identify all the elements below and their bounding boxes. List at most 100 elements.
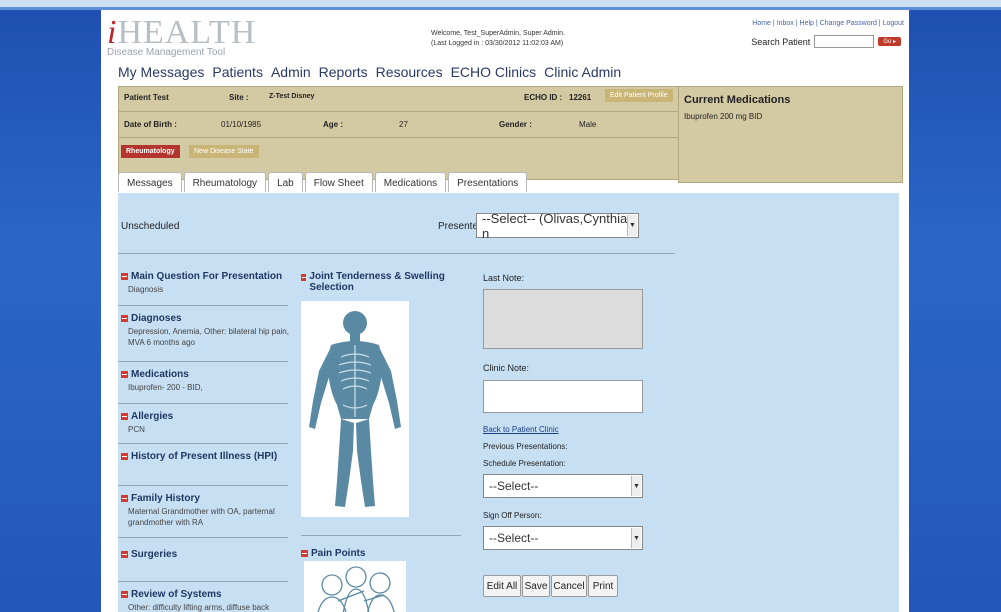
pain-points-section: Pain Points — [301, 548, 365, 559]
tab-messages[interactable]: Messages — [118, 172, 182, 192]
main-nav: My Messages Patients Admin Reports Resou… — [118, 64, 621, 80]
divider — [118, 253, 675, 254]
top-links: Home | Inbox | Help | Change Password | … — [752, 20, 904, 27]
logo-i: i — [107, 14, 118, 51]
chevron-down-icon: ▼ — [631, 528, 641, 548]
section-title: Main Question For Presentation — [131, 271, 283, 282]
inbox-link[interactable]: Inbox — [777, 20, 794, 27]
clinic-note-textarea[interactable] — [483, 380, 643, 413]
current-medication-item: Ibuprofen 200 mg BID — [684, 112, 763, 121]
print-button[interactable]: Print — [588, 575, 618, 597]
nav-my-messages[interactable]: My Messages — [118, 64, 204, 80]
section-title: Surgeries — [131, 549, 178, 560]
nav-clinic-admin[interactable]: Clinic Admin — [544, 64, 621, 80]
skeleton-diagram[interactable] — [301, 301, 409, 517]
home-link[interactable]: Home — [752, 20, 771, 27]
collapse-icon[interactable] — [121, 315, 128, 322]
logo-word: HEALTH — [117, 14, 257, 51]
sign-off-person-select[interactable]: --Select-- ▼ — [483, 526, 643, 550]
collapse-icon[interactable] — [121, 495, 128, 502]
section-body: PCN — [128, 425, 145, 434]
joint-title: Joint Tenderness & Swelling Selection — [309, 271, 445, 293]
section-body: Diagnosis — [128, 285, 164, 294]
section-body: Other: difficulty lifting arms, diffuse … — [128, 603, 270, 612]
presentation-status: Unscheduled — [121, 221, 180, 232]
help-link[interactable]: Help — [800, 20, 814, 27]
search-patient-input[interactable] — [814, 35, 875, 48]
echo-id-value: 12261 — [569, 93, 592, 102]
collapse-icon[interactable] — [121, 551, 128, 558]
section-title: Diagnoses — [131, 313, 182, 324]
divider — [301, 535, 461, 536]
ihealth-logo[interactable]: iHEALTH Disease Management Tool — [107, 16, 256, 59]
section-title: History of Present Illness (HPI) — [131, 451, 278, 462]
section-hpi: History of Present Illness (HPI) — [121, 451, 277, 462]
pain-points-image[interactable] — [304, 561, 406, 612]
pain-title: Pain Points — [311, 548, 366, 559]
divider — [118, 403, 288, 404]
divider — [119, 111, 683, 112]
section-family-history: Family History Maternal Grandmother with… — [121, 493, 291, 528]
save-button[interactable]: Save — [522, 575, 550, 597]
collapse-icon[interactable] — [301, 550, 308, 557]
nav-reports[interactable]: Reports — [319, 64, 368, 80]
tab-flow-sheet[interactable]: Flow Sheet — [304, 172, 373, 192]
tab-rheumatology[interactable]: Rheumatology — [183, 172, 267, 192]
patient-header: Patient Test Site : Z-Test Disney ECHO I… — [118, 86, 684, 180]
collapse-icon[interactable] — [121, 273, 128, 280]
schedule-presentation-label: Schedule Presentation: — [483, 459, 566, 468]
clinic-note-label: Clinic Note: — [483, 363, 530, 373]
echo-id-label: ECHO ID : — [524, 93, 563, 102]
section-main-question: Main Question For Presentation Diagnosis — [121, 271, 282, 295]
nav-echo-clinics[interactable]: ECHO Clinics — [451, 64, 537, 80]
tab-presentations[interactable]: Presentations — [448, 172, 528, 192]
logo-wordmark: iHEALTH — [107, 16, 256, 50]
presentation-content: Unscheduled Presenter: --Select-- (Oliva… — [118, 193, 899, 612]
divider — [118, 537, 288, 538]
divider — [118, 443, 288, 444]
change-password-link[interactable]: Change Password — [820, 20, 877, 27]
collapse-icon[interactable] — [121, 453, 128, 460]
last-note-textarea — [483, 289, 643, 349]
age-value: 27 — [399, 120, 408, 129]
divider — [118, 485, 288, 486]
search-label: Search Patient — [751, 36, 811, 47]
divider — [119, 137, 683, 138]
chevron-down-icon: ▼ — [627, 215, 637, 236]
dob-label: Date of Birth : — [124, 120, 177, 129]
presenter-select[interactable]: --Select-- (Olivas,Cynthia n ▼ — [476, 211, 639, 241]
collapse-icon[interactable] — [121, 371, 128, 378]
welcome-message: Welcome, Test_SuperAdmin, Super Admin. (… — [431, 29, 565, 49]
back-to-patient-clinic-link[interactable]: Back to Patient Clinic — [483, 425, 559, 434]
welcome-line: Welcome, Test_SuperAdmin, Super Admin. — [431, 30, 565, 37]
section-body: Maternal Grandmother with OA, parternal … — [128, 507, 275, 527]
new-disease-state-button[interactable]: New Disease State — [189, 145, 259, 158]
logout-link[interactable]: Logout — [883, 20, 904, 27]
section-body: Depression, Anemia, Other: bilateral hip… — [128, 327, 289, 347]
nav-patients[interactable]: Patients — [212, 64, 263, 80]
section-title: Review of Systems — [131, 589, 222, 600]
collapse-icon[interactable] — [121, 591, 128, 598]
schedule-value: --Select-- — [489, 479, 539, 493]
cancel-button[interactable]: Cancel — [551, 575, 587, 597]
section-allergies: Allergies PCN — [121, 411, 173, 435]
section-surgeries: Surgeries — [121, 549, 177, 560]
collapse-icon[interactable] — [121, 413, 128, 420]
collapse-icon[interactable] — [301, 274, 308, 281]
tab-medications[interactable]: Medications — [374, 172, 447, 192]
nav-resources[interactable]: Resources — [376, 64, 443, 80]
tab-lab[interactable]: Lab — [268, 172, 303, 192]
last-note-label: Last Note: — [483, 273, 525, 283]
schedule-presentation-select[interactable]: --Select-- ▼ — [483, 474, 643, 498]
people-icon — [317, 566, 395, 612]
rheumatology-disease-tab[interactable]: Rheumatology — [121, 145, 180, 158]
go-button[interactable]: Go ▸ — [878, 37, 901, 46]
app-page: iHEALTH Disease Management Tool Welcome,… — [101, 10, 909, 612]
section-review-of-systems: Review of Systems Other: difficulty lift… — [121, 589, 291, 612]
nav-admin[interactable]: Admin — [271, 64, 311, 80]
edit-all-button[interactable]: Edit All — [483, 575, 521, 597]
last-login-line: (Last Logged in : 03/30/2012 11:02:03 AM… — [431, 40, 564, 47]
skeleton-icon — [309, 311, 401, 507]
top-stripe — [0, 0, 1001, 7]
edit-patient-profile-button[interactable]: Edit Patient Profile — [605, 89, 673, 102]
